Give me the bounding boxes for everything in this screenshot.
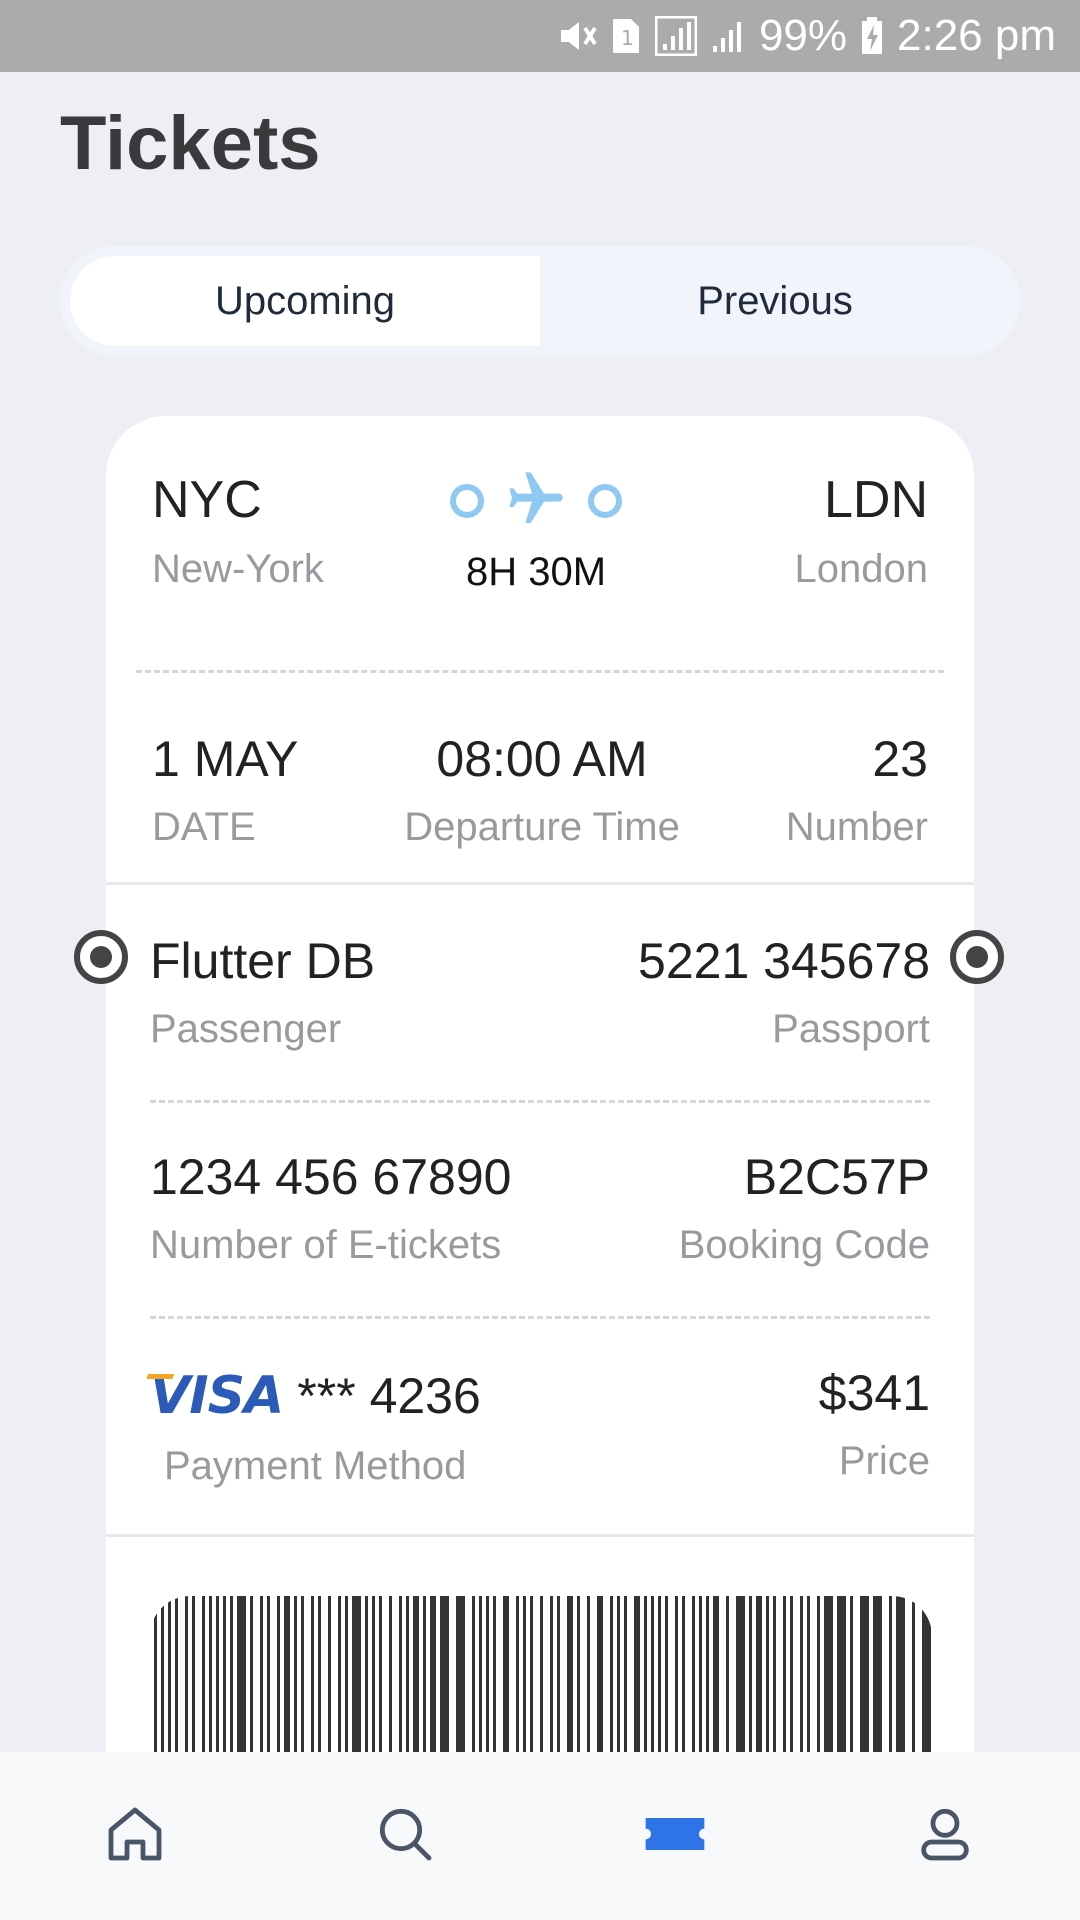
payment-method-label: Payment Method xyxy=(164,1444,467,1488)
visa-logo: VISA xyxy=(143,1366,284,1426)
booking-code: B2C57P Booking Code xyxy=(679,1150,930,1268)
clock: 2:26 pm xyxy=(897,11,1056,60)
seat-number: 23 Number xyxy=(786,732,928,850)
payment-row: VISA *** 4236 Payment Method $341 Price xyxy=(143,1366,930,1489)
price: $341 Price xyxy=(819,1366,930,1489)
ticket-punch-right xyxy=(950,930,1004,984)
airplane-icon xyxy=(504,467,568,536)
home-icon xyxy=(103,1802,167,1871)
ticket-icon xyxy=(640,1802,710,1871)
origin: NYC New-York xyxy=(152,471,324,592)
divider xyxy=(106,882,974,885)
etickets-label: Number of E-tickets xyxy=(150,1223,502,1267)
nav-tickets[interactable] xyxy=(615,1776,735,1896)
passenger-row: Flutter DB Passenger 5221 345678 Passpor… xyxy=(150,934,930,1052)
signal-icon xyxy=(711,18,745,54)
battery-percent: 99% xyxy=(758,11,848,60)
destination-city: London xyxy=(794,547,928,592)
origin-dot-icon xyxy=(450,484,484,518)
departure-time: 08:00 AM Departure Time xyxy=(404,732,680,850)
page-title: Tickets xyxy=(60,101,321,186)
nav-home[interactable] xyxy=(75,1776,195,1896)
departure-time-label: Departure Time xyxy=(404,805,680,849)
payment-method: VISA *** 4236 Payment Method xyxy=(143,1366,481,1489)
search-icon xyxy=(373,1802,437,1871)
flight-route: 8H 30M xyxy=(406,466,666,595)
origin-code: NYC xyxy=(152,471,262,529)
card-number: *** 4236 xyxy=(297,1367,481,1424)
passenger: Flutter DB Passenger xyxy=(150,934,375,1052)
divider xyxy=(150,1316,930,1319)
svg-text:1: 1 xyxy=(621,26,634,50)
origin-city: New-York xyxy=(152,547,324,592)
mute-icon xyxy=(557,18,597,54)
destination: LDN London xyxy=(794,471,928,592)
ticket-tabs: Upcoming Previous xyxy=(60,246,1020,356)
divider xyxy=(106,1534,974,1537)
tab-upcoming[interactable]: Upcoming xyxy=(70,256,540,346)
passport-label: Passport xyxy=(772,1007,930,1051)
booking-code-value: B2C57P xyxy=(743,1149,930,1205)
flight-duration: 8H 30M xyxy=(465,550,607,594)
status-bar: 1 99% 2:26 pm xyxy=(0,0,1080,72)
number-label: Number xyxy=(785,805,928,849)
departure-time-value: 08:00 AM xyxy=(436,731,648,787)
battery-charging-icon xyxy=(861,17,883,55)
signal-icon xyxy=(654,16,697,56)
etickets: 1234 456 67890 Number of E-tickets xyxy=(150,1150,511,1268)
etickets-value: 1234 456 67890 xyxy=(150,1149,512,1205)
sim-icon: 1 xyxy=(611,17,641,55)
destination-dot-icon xyxy=(588,484,622,518)
nav-search[interactable] xyxy=(345,1776,465,1896)
tab-previous[interactable]: Previous xyxy=(540,256,1010,346)
passport-value: 5221 345678 xyxy=(638,933,930,989)
passenger-label: Passenger xyxy=(150,1007,342,1051)
passport: 5221 345678 Passport xyxy=(638,934,930,1052)
destination-code: LDN xyxy=(823,471,928,529)
ticket-punch-left xyxy=(74,930,128,984)
divider xyxy=(150,1100,930,1103)
divider xyxy=(136,670,944,673)
date-label: DATE xyxy=(152,805,256,849)
booking-row: 1234 456 67890 Number of E-tickets B2C57… xyxy=(150,1150,930,1268)
date-value: 1 MAY xyxy=(152,731,299,787)
nav-profile[interactable] xyxy=(885,1776,1005,1896)
price-label: Price xyxy=(838,1439,930,1483)
schedule-row: 1 MAY DATE 08:00 AM Departure Time 23 Nu… xyxy=(152,732,928,850)
bottom-nav xyxy=(0,1752,1080,1920)
barcode xyxy=(150,1596,932,1756)
price-value: $341 xyxy=(818,1365,930,1421)
number-value: 23 xyxy=(872,731,928,787)
profile-icon xyxy=(913,1802,977,1871)
date: 1 MAY DATE xyxy=(152,732,298,850)
booking-code-label: Booking Code xyxy=(678,1223,930,1267)
ticket-card[interactable]: NYC New-York LDN London 8H 30M 1 MAY DAT… xyxy=(106,416,974,1756)
passenger-value: Flutter DB xyxy=(150,933,376,989)
